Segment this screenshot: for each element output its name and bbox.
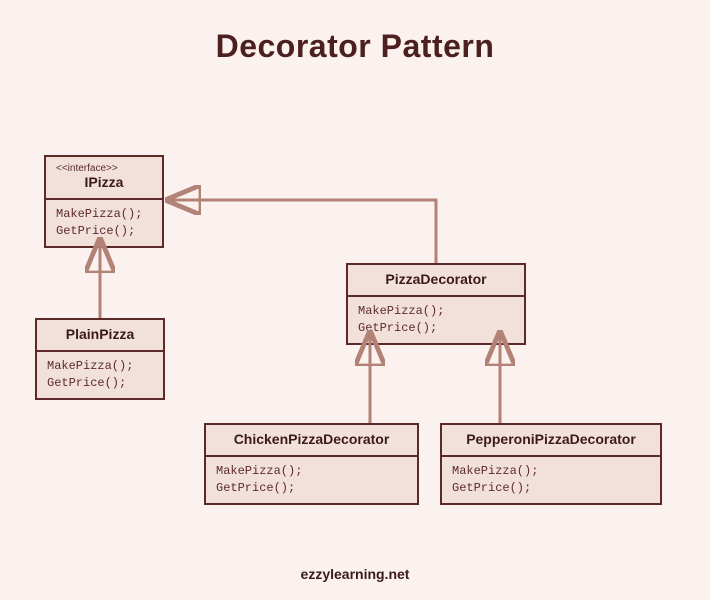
method: GetPrice(); [56,223,152,240]
method: MakePizza(); [216,463,407,480]
class-box-pizzadecorator: PizzaDecorator MakePizza(); GetPrice(); [346,263,526,345]
uml-diagram: <<interface>> IPizza MakePizza(); GetPri… [0,0,710,600]
methods-section: MakePizza(); GetPrice(); [442,457,660,503]
methods-section: MakePizza(); GetPrice(); [37,352,163,398]
class-box-chicken: ChickenPizzaDecorator MakePizza(); GetPr… [204,423,419,505]
stereotype-label: <<interface>> [56,163,152,174]
class-name: PlainPizza [66,326,134,342]
method: MakePizza(); [56,206,152,223]
method: MakePizza(); [452,463,650,480]
class-box-ipizza: <<interface>> IPizza MakePizza(); GetPri… [44,155,164,248]
class-name: ChickenPizzaDecorator [234,431,390,447]
methods-section: MakePizza(); GetPrice(); [206,457,417,503]
class-box-pepperoni: PepperoniPizzaDecorator MakePizza(); Get… [440,423,662,505]
class-name: PizzaDecorator [385,271,486,287]
method: GetPrice(); [452,480,650,497]
class-box-plainpizza: PlainPizza MakePizza(); GetPrice(); [35,318,165,400]
footer-attribution: ezzylearning.net [0,566,710,582]
class-name: PepperoniPizzaDecorator [466,431,636,447]
method: MakePizza(); [47,358,153,375]
method: GetPrice(); [47,375,153,392]
class-name: IPizza [85,174,124,190]
method: GetPrice(); [358,320,514,337]
methods-section: MakePizza(); GetPrice(); [46,200,162,246]
method: GetPrice(); [216,480,407,497]
methods-section: MakePizza(); GetPrice(); [348,297,524,343]
method: MakePizza(); [358,303,514,320]
